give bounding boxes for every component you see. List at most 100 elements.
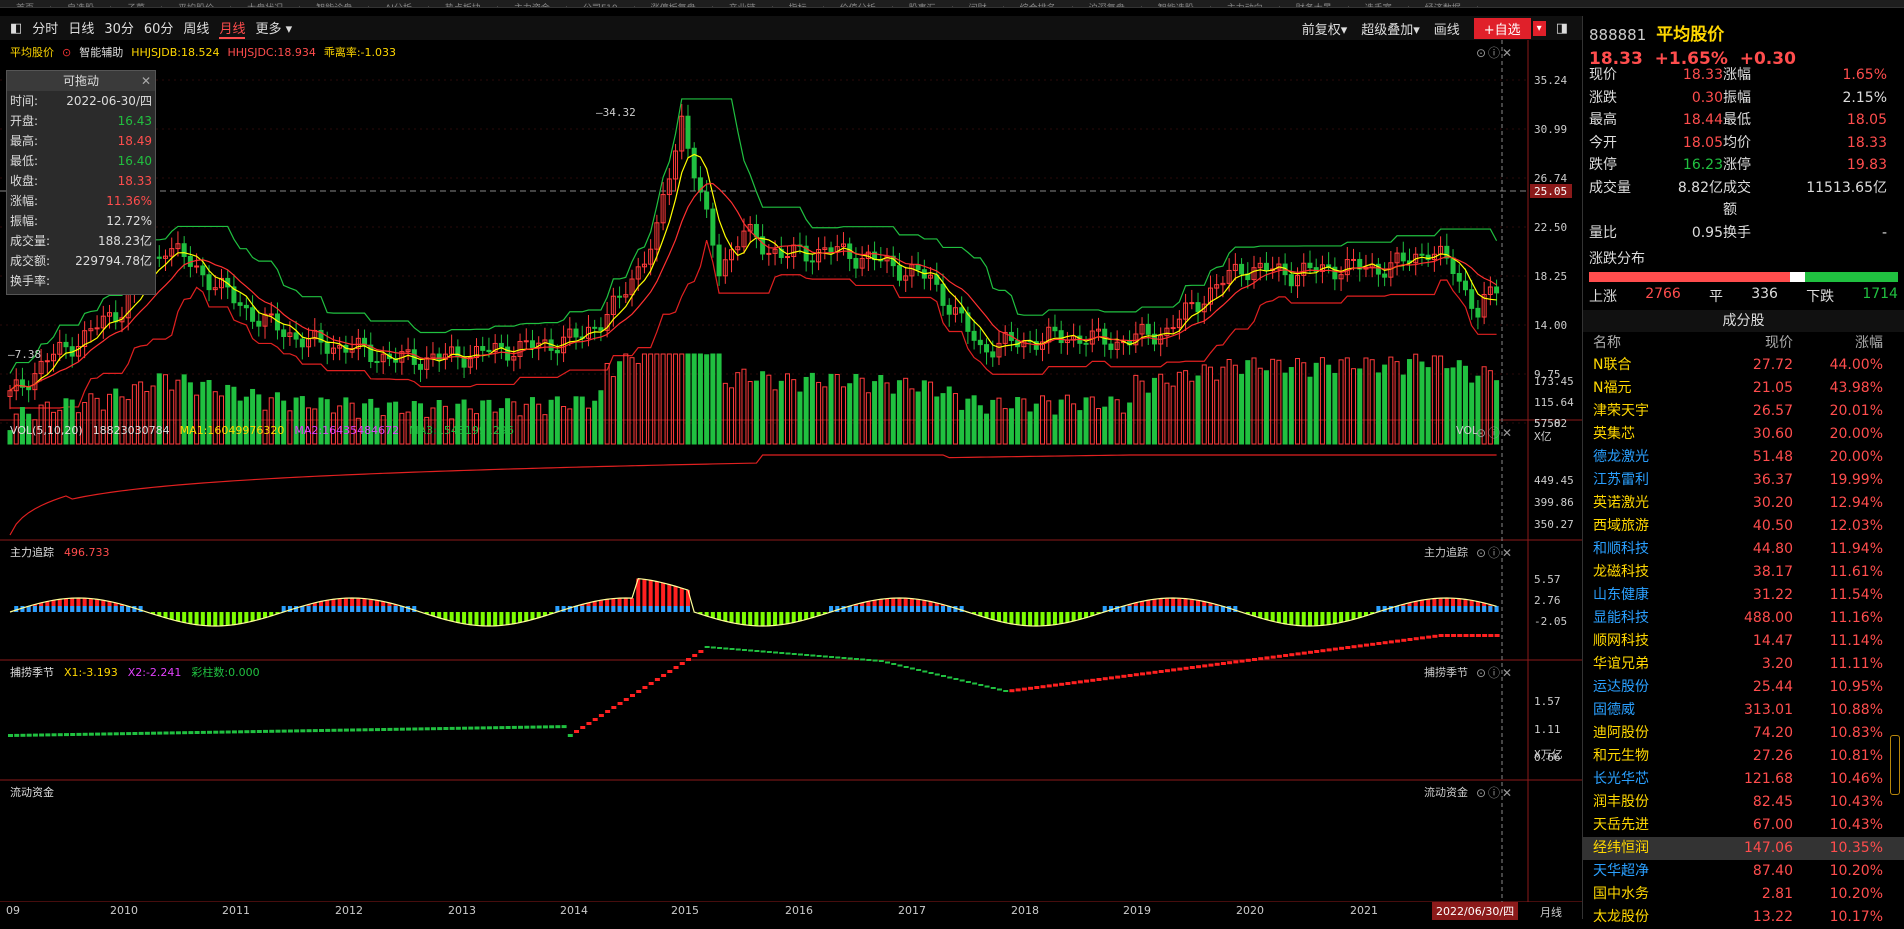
component-row[interactable]: 龙磁科技38.1711.61% xyxy=(1583,561,1904,584)
component-row[interactable]: 太龙股份13.2210.17% xyxy=(1583,906,1904,929)
component-row[interactable]: 经纬恒润147.0610.35% xyxy=(1583,837,1904,860)
volume-bar xyxy=(841,387,845,444)
bz-panel-controls-icon[interactable]: ⊙ⓘ✕ xyxy=(1476,664,1514,681)
top-tab-strip[interactable]: 首页自选股子菜平均股价大盘状况智能诊盘AI分析热点板块主力资金公司F10涨停板复… xyxy=(0,0,1904,8)
candle-body xyxy=(941,284,945,305)
col-name[interactable]: 名称 xyxy=(1593,332,1703,354)
period-tab-2[interactable]: 30分 xyxy=(104,18,134,39)
volume-bar xyxy=(1028,412,1032,444)
period-tab-1[interactable]: 日线 xyxy=(68,18,94,39)
bz-bar xyxy=(910,606,914,612)
candle-body xyxy=(705,192,709,209)
ld-mark xyxy=(1314,650,1319,653)
assist-label[interactable]: 智能辅助 xyxy=(79,44,123,60)
bz-bar xyxy=(443,612,447,620)
x-tick: 2020 xyxy=(1236,904,1264,917)
ld-mark xyxy=(1227,661,1232,664)
volume-bar xyxy=(929,382,933,444)
component-price: 38.17 xyxy=(1703,561,1793,584)
ld-mark xyxy=(363,728,368,731)
ld-mark xyxy=(1059,683,1064,686)
component-row[interactable]: 国中水务2.8110.20% xyxy=(1583,883,1904,906)
ld-mark xyxy=(195,731,200,734)
component-price: 40.50 xyxy=(1703,515,1793,538)
component-row[interactable]: 津荣天宇26.5720.01% xyxy=(1583,400,1904,423)
layout-icon[interactable]: ◧ xyxy=(10,21,22,36)
ld-mark xyxy=(1103,677,1108,680)
component-row[interactable]: N联合27.7244.00% xyxy=(1583,354,1904,377)
bz-bar xyxy=(1426,606,1430,612)
volume-bar xyxy=(1414,354,1418,444)
period-tab-0[interactable]: 分时 xyxy=(32,18,58,39)
ld-mark xyxy=(530,726,535,729)
zl-panel-controls-icon[interactable]: ⊙ⓘ✕ xyxy=(1476,544,1514,561)
col-change[interactable]: 涨幅 xyxy=(1793,332,1883,354)
period-tab-3[interactable]: 60分 xyxy=(144,18,174,39)
ld-mark xyxy=(1121,675,1126,678)
close-icon[interactable]: ✕ xyxy=(141,71,151,91)
component-row[interactable]: 英集芯30.6020.00% xyxy=(1583,423,1904,446)
ld-mark xyxy=(126,732,131,735)
component-row[interactable]: 德龙激光51.4820.00% xyxy=(1583,446,1904,469)
component-row[interactable]: 和元生物27.2610.81% xyxy=(1583,745,1904,768)
candle-body xyxy=(1463,281,1467,290)
draw-line-button[interactable]: 画线 xyxy=(1434,19,1460,38)
main-panel-controls-icon[interactable]: ⊙ⓘ✕ xyxy=(1476,44,1514,61)
component-row[interactable]: 江苏雷利36.3719.99% xyxy=(1583,469,1904,492)
candle-body xyxy=(300,339,304,347)
component-row[interactable]: 山东健康31.2211.54% xyxy=(1583,584,1904,607)
component-row[interactable]: 天华超净87.4010.20% xyxy=(1583,860,1904,883)
col-price[interactable]: 现价 xyxy=(1703,332,1793,354)
volume-bar xyxy=(64,399,68,444)
period-tab-6[interactable]: 更多 ▾ xyxy=(255,18,292,39)
ld-mark xyxy=(611,706,616,709)
volume-bar xyxy=(1439,356,1443,444)
component-row[interactable]: 顺网科技14.4711.14% xyxy=(1583,630,1904,653)
component-row[interactable]: 运达股份25.4410.95% xyxy=(1583,676,1904,699)
component-row[interactable]: 和顺科技44.8011.94% xyxy=(1583,538,1904,561)
volume-bar xyxy=(599,391,603,444)
volume-bar xyxy=(537,404,541,444)
candle-body xyxy=(45,361,49,362)
component-row[interactable]: 固德威313.0110.88% xyxy=(1583,699,1904,722)
ld-panel-controls-icon[interactable]: ⊙ⓘ✕ xyxy=(1476,784,1514,801)
ld-mark xyxy=(425,727,430,730)
ld-mark xyxy=(481,726,486,729)
y-tick: 35.24 xyxy=(1534,74,1567,87)
component-name: 英集芯 xyxy=(1593,423,1703,446)
component-row[interactable]: 润丰股份82.4510.43% xyxy=(1583,791,1904,814)
ld-mark xyxy=(1196,665,1201,668)
component-change: 19.99% xyxy=(1793,469,1883,492)
kline-chart[interactable]: 35.2430.9926.7422.5018.2514.009.755.5025… xyxy=(0,40,1582,902)
scrollbar-thumb[interactable] xyxy=(1890,735,1900,795)
component-row[interactable]: 英诺激光30.2012.94% xyxy=(1583,492,1904,515)
component-row[interactable]: N福元21.0543.98% xyxy=(1583,377,1904,400)
bz-bar xyxy=(916,606,920,612)
ld-mark xyxy=(95,733,100,736)
component-row[interactable]: 显能科技488.0011.16% xyxy=(1583,607,1904,630)
popup-header[interactable]: 可拖动✕ xyxy=(7,71,155,91)
add-watchlist-button[interactable]: +自选 xyxy=(1474,18,1531,39)
vol-panel-controls-icon[interactable]: ⊙ⓘ✕ xyxy=(1476,424,1514,441)
assist-dropdown-icon[interactable]: ⊙ xyxy=(62,46,71,59)
component-row[interactable]: 西域旅游40.5012.03% xyxy=(1583,515,1904,538)
component-row[interactable]: 华谊兄弟3.2011.11% xyxy=(1583,653,1904,676)
ld-mark xyxy=(1016,688,1021,691)
panel-toggle-icon[interactable]: ◨ xyxy=(1556,21,1568,36)
fq-dropdown[interactable]: 前复权▾ xyxy=(1302,19,1348,38)
overlay-dropdown[interactable]: 超级叠加▾ xyxy=(1361,19,1420,38)
component-row[interactable]: 天岳先进67.0010.43% xyxy=(1583,814,1904,837)
ld-mark xyxy=(1283,654,1288,657)
component-row[interactable]: 迪阿股份74.2010.83% xyxy=(1583,722,1904,745)
component-price: 313.01 xyxy=(1703,699,1793,722)
add-watchlist-arrow-icon[interactable]: ▾ xyxy=(1533,21,1546,36)
volume-bar xyxy=(711,354,715,444)
popup-value: 229794.78亿 xyxy=(75,251,152,271)
component-price: 44.80 xyxy=(1703,538,1793,561)
ohlc-info-popup[interactable]: 可拖动✕ 时间:2022-06-30/四开盘:16.43最高:18.49最低:1… xyxy=(6,70,156,295)
bz-bar xyxy=(456,612,460,623)
x-tick: 2016 xyxy=(785,904,813,917)
component-row[interactable]: 长光华芯121.6810.46% xyxy=(1583,768,1904,791)
period-tab-4[interactable]: 周线 xyxy=(183,18,209,39)
period-tab-5[interactable]: 月线 xyxy=(219,18,245,39)
